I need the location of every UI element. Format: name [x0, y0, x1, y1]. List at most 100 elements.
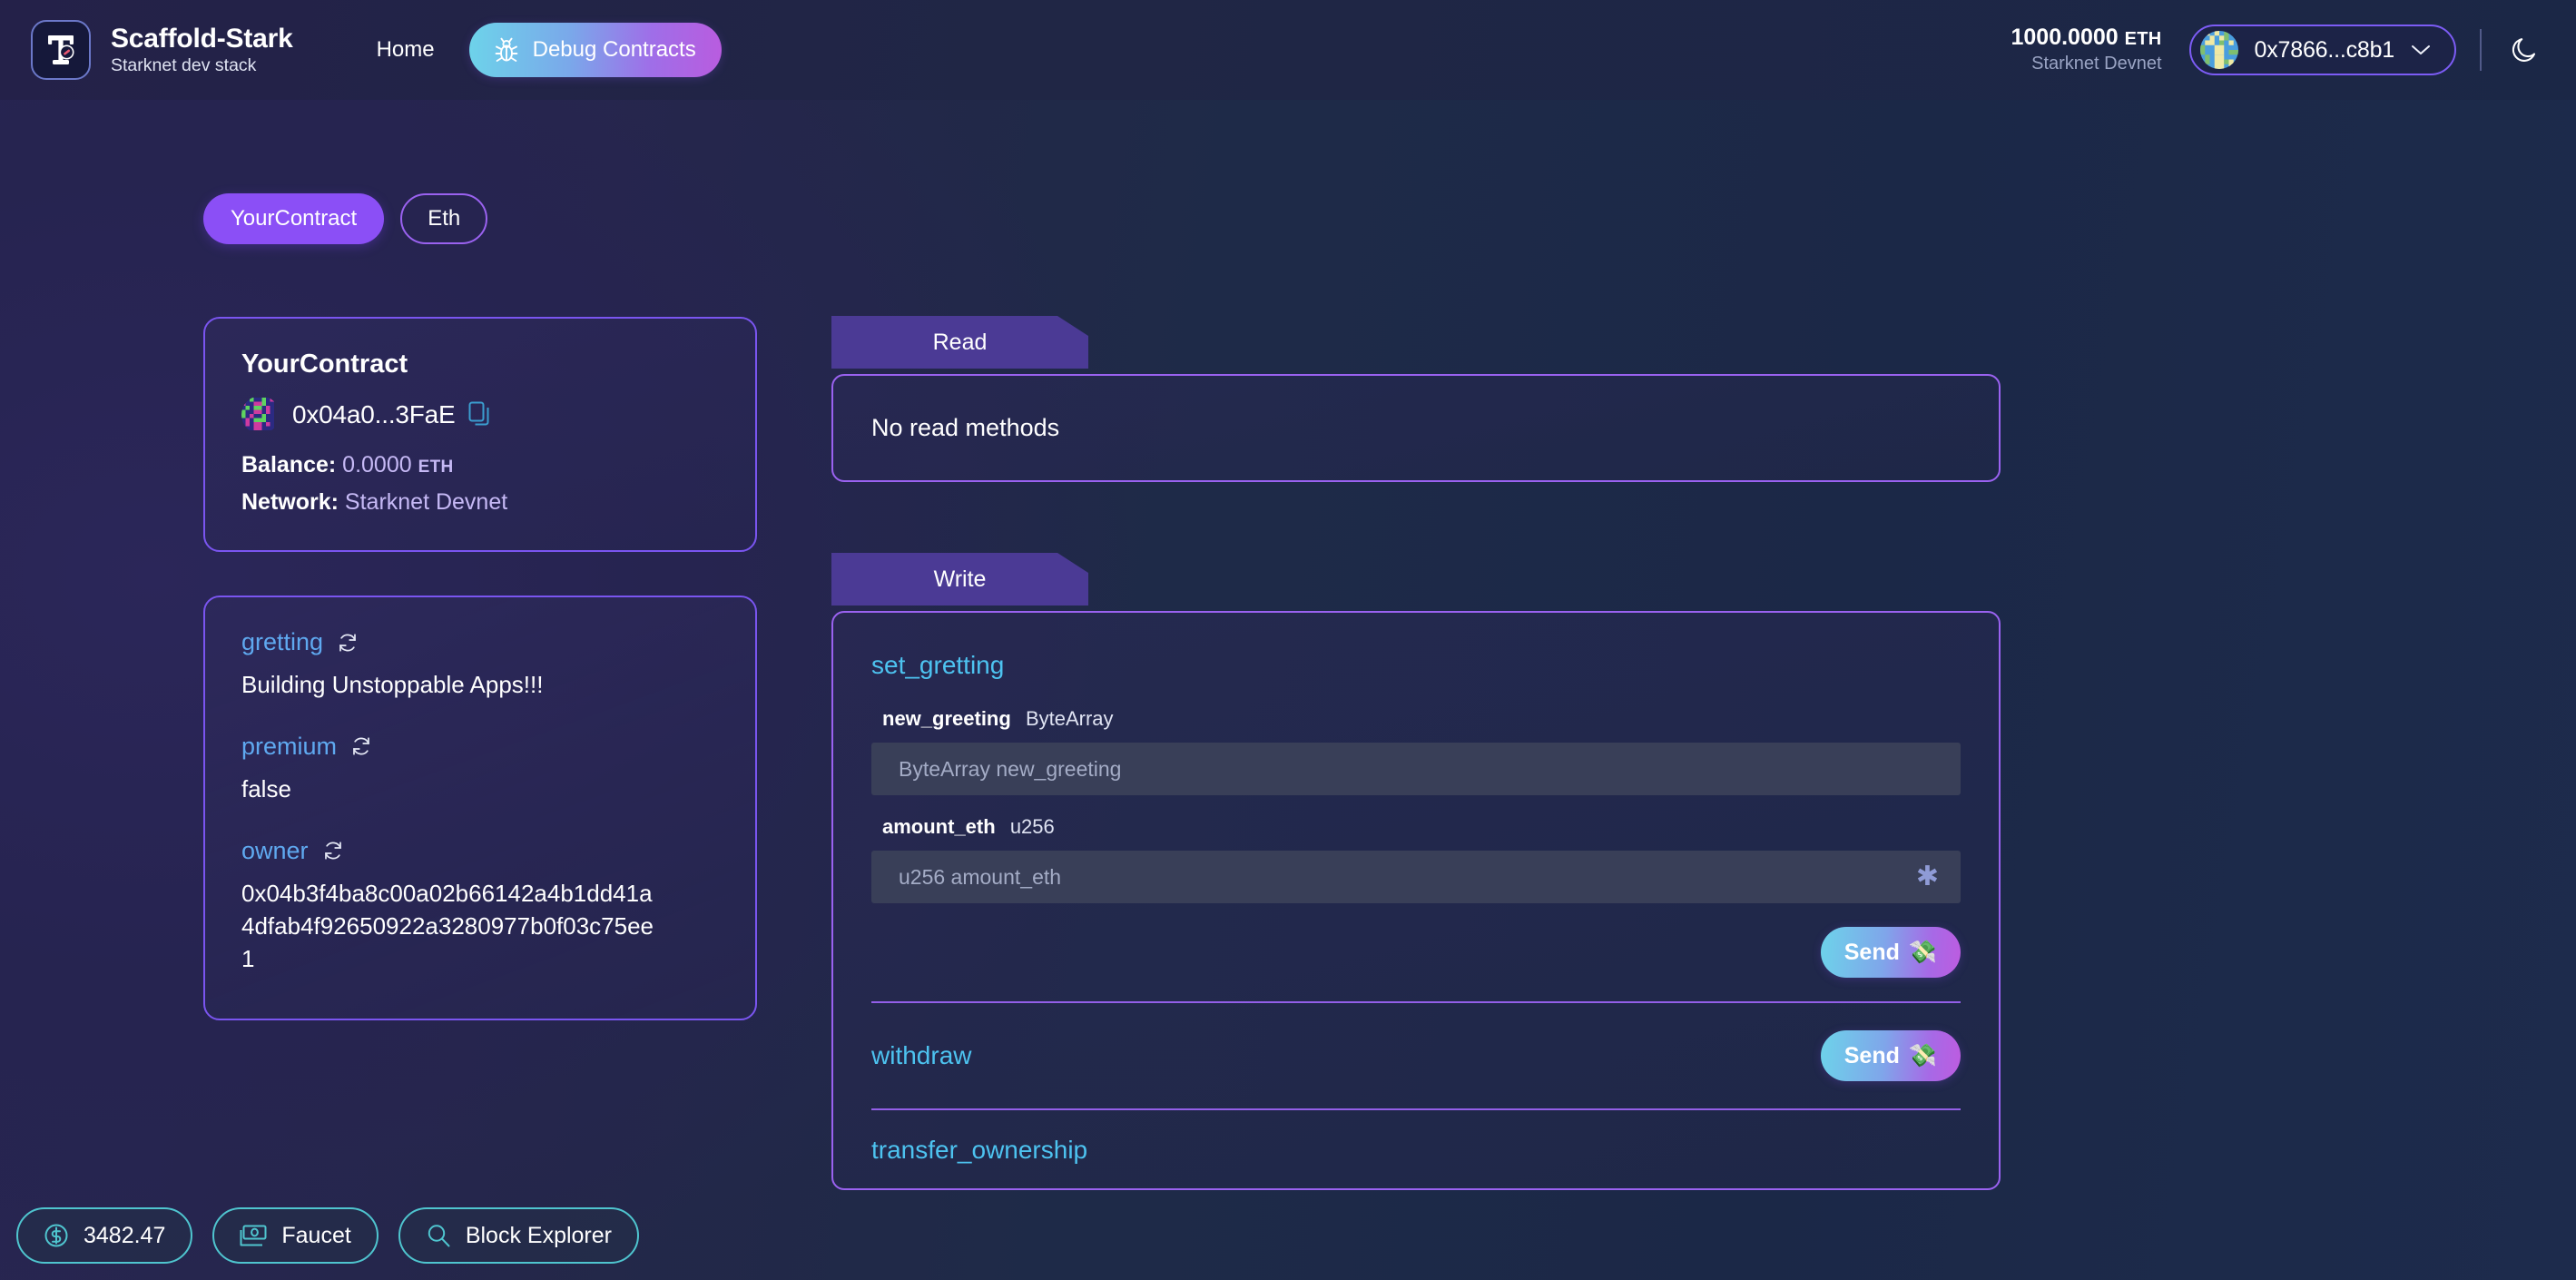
function-divider: [871, 1001, 1961, 1003]
app-header: Scaffold-Stark Starknet dev stack Home D…: [0, 0, 2576, 100]
brand[interactable]: Scaffold-Stark Starknet dev stack: [31, 20, 293, 80]
moon-icon: [2510, 34, 2541, 65]
nav-item-home[interactable]: Home: [351, 23, 460, 77]
contract-tab-yourcontract[interactable]: YourContract: [203, 193, 384, 244]
app-root: Scaffold-Stark Starknet dev stack Home D…: [0, 0, 2576, 1280]
input-amount-eth[interactable]: u256 amount_eth ✱: [871, 851, 1961, 903]
field-new-greeting-param: new_greeting: [882, 707, 1011, 730]
write-methods-panel: set_gretting new_greeting ByteArray Byte…: [831, 611, 2001, 1190]
faucet-label: Faucet: [281, 1223, 350, 1249]
contract-balance-unit: ETH: [418, 458, 454, 477]
contract-info-card: YourContract: [203, 317, 757, 552]
input-new-greeting-placeholder: ByteArray new_greeting: [899, 757, 1121, 782]
money-wings-icon: 💸: [1909, 1043, 1937, 1069]
contract-balance-label: Balance:: [241, 452, 336, 478]
wallet-balance: 1000.0000 ETH Starknet Devnet: [2011, 25, 2161, 74]
nav-item-debug-contracts[interactable]: Debug Contracts: [469, 23, 722, 77]
variable-gretting: gretting Building Unstoppable Apps!!!: [241, 628, 719, 702]
field-amount-eth: amount_eth u256 u256 amount_eth ✱: [871, 815, 1961, 903]
refresh-icon[interactable]: [323, 841, 343, 861]
block-explorer-button[interactable]: Block Explorer: [398, 1207, 639, 1264]
contract-tab-list: YourContract Eth: [203, 193, 487, 244]
wallet-network-label: Starknet Devnet: [2011, 54, 2161, 75]
variable-gretting-header: gretting: [241, 628, 719, 656]
scaffold-stark-logo-icon: [31, 20, 91, 80]
field-amount-eth-type: u256: [1010, 815, 1055, 838]
field-amount-eth-label: amount_eth u256: [871, 815, 1961, 839]
contract-balance-value: 0.0000 ETH: [342, 452, 453, 478]
read-empty-message: No read methods: [871, 414, 1961, 442]
eth-price-button[interactable]: 3482.47: [16, 1207, 192, 1264]
input-new-greeting[interactable]: ByteArray new_greeting: [871, 743, 1961, 795]
send-button-withdraw[interactable]: Send 💸: [1821, 1030, 1961, 1081]
variable-premium-header: premium: [241, 733, 719, 761]
contract-network-label: Network:: [241, 489, 339, 515]
refresh-icon[interactable]: [338, 633, 358, 653]
banknote-icon: [240, 1223, 267, 1248]
wallet-address-label: 0x7866...c8b1: [2255, 37, 2394, 64]
money-wings-icon: 💸: [1909, 940, 1937, 966]
contract-balance-row: Balance: 0.0000 ETH: [241, 452, 719, 478]
brand-subtitle: Starknet dev stack: [111, 56, 293, 75]
variable-owner-header: owner: [241, 837, 719, 865]
field-new-greeting-type: ByteArray: [1026, 707, 1114, 730]
variable-owner: owner 0x04b3f4ba8c00a02b66142a4b1dd41a4d…: [241, 837, 719, 976]
wallet-balance-unit: ETH: [2125, 29, 2162, 49]
field-new-greeting: new_greeting ByteArray ByteArray new_gre…: [871, 707, 1961, 795]
variable-gretting-value: Building Unstoppable Apps!!!: [241, 669, 719, 702]
write-section-tab[interactable]: Write: [831, 553, 1088, 606]
nav-item-debug-contracts-label: Debug Contracts: [533, 37, 696, 63]
faucet-button[interactable]: Faucet: [212, 1207, 378, 1264]
section-spacer: [831, 482, 2001, 553]
brand-title: Scaffold-Stark: [111, 25, 293, 54]
wallet-balance-amount: 1000.0000 ETH: [2011, 25, 2161, 52]
function-divider: [871, 1108, 1961, 1110]
header-divider: [2480, 29, 2482, 71]
copy-icon[interactable]: [468, 401, 492, 428]
contract-avatar: [241, 396, 280, 434]
field-new-greeting-label: new_greeting ByteArray: [871, 707, 1961, 731]
variable-gretting-name: gretting: [241, 628, 323, 656]
variable-owner-name: owner: [241, 837, 309, 865]
wallet-avatar: [2200, 31, 2238, 69]
variable-premium-value: false: [241, 773, 719, 806]
function-withdraw-name: withdraw: [871, 1041, 971, 1070]
asterisk-icon[interactable]: ✱: [1916, 863, 1939, 891]
contract-variables-card: gretting Building Unstoppable Apps!!! pr…: [203, 596, 757, 1020]
wallet-balance-value: 1000.0000: [2011, 25, 2118, 50]
function-withdraw: withdraw Send 💸: [871, 1003, 1961, 1108]
brand-text: Scaffold-Stark Starknet dev stack: [111, 25, 293, 75]
variable-premium: premium false: [241, 733, 719, 806]
footer-toolbar: 3482.47 Faucet Block Explorer: [16, 1207, 639, 1264]
header-right: 1000.0000 ETH Starknet Devnet: [2011, 25, 2545, 75]
contract-address-row[interactable]: 0x04a0...3FaE: [241, 396, 719, 434]
field-amount-eth-param: amount_eth: [882, 815, 996, 838]
wallet-connect-button[interactable]: 0x7866...c8b1: [2189, 25, 2456, 75]
right-column: Read No read methods Write set_gretting …: [831, 316, 2001, 1190]
contract-network-row: Network: Starknet Devnet: [241, 489, 719, 516]
refresh-icon[interactable]: [351, 736, 371, 756]
block-explorer-label: Block Explorer: [466, 1223, 612, 1249]
magnifier-icon: [426, 1223, 451, 1248]
function-set-gretting-name: set_gretting: [871, 651, 1961, 680]
contract-tab-eth[interactable]: Eth: [400, 193, 487, 244]
contract-network-value: Starknet Devnet: [345, 489, 507, 515]
dollar-circle-icon: [44, 1223, 69, 1248]
input-amount-eth-placeholder: u256 amount_eth: [899, 865, 1061, 890]
read-methods-panel: No read methods: [831, 374, 2001, 482]
contract-address: 0x04a0...3FaE: [292, 400, 456, 429]
main-nav: Home Debug Contracts: [351, 23, 722, 77]
send-button-set-gretting[interactable]: Send 💸: [1821, 927, 1961, 978]
theme-toggle-button[interactable]: [2505, 30, 2545, 70]
variable-owner-value: 0x04b3f4ba8c00a02b66142a4b1dd41a4dfab4f9…: [241, 878, 664, 976]
bug-icon: [495, 37, 518, 63]
function-transfer-ownership-name: transfer_ownership: [871, 1136, 1961, 1165]
contract-balance-number: 0.0000: [342, 452, 411, 478]
read-section-tab[interactable]: Read: [831, 316, 1088, 369]
send-button-label: Send: [1844, 1043, 1900, 1069]
variable-premium-name: premium: [241, 733, 337, 761]
chevron-down-icon: [2411, 44, 2431, 56]
left-column: YourContract: [203, 317, 757, 1020]
contract-name: YourContract: [241, 350, 719, 379]
send-row-set-gretting: Send 💸: [871, 927, 1961, 978]
